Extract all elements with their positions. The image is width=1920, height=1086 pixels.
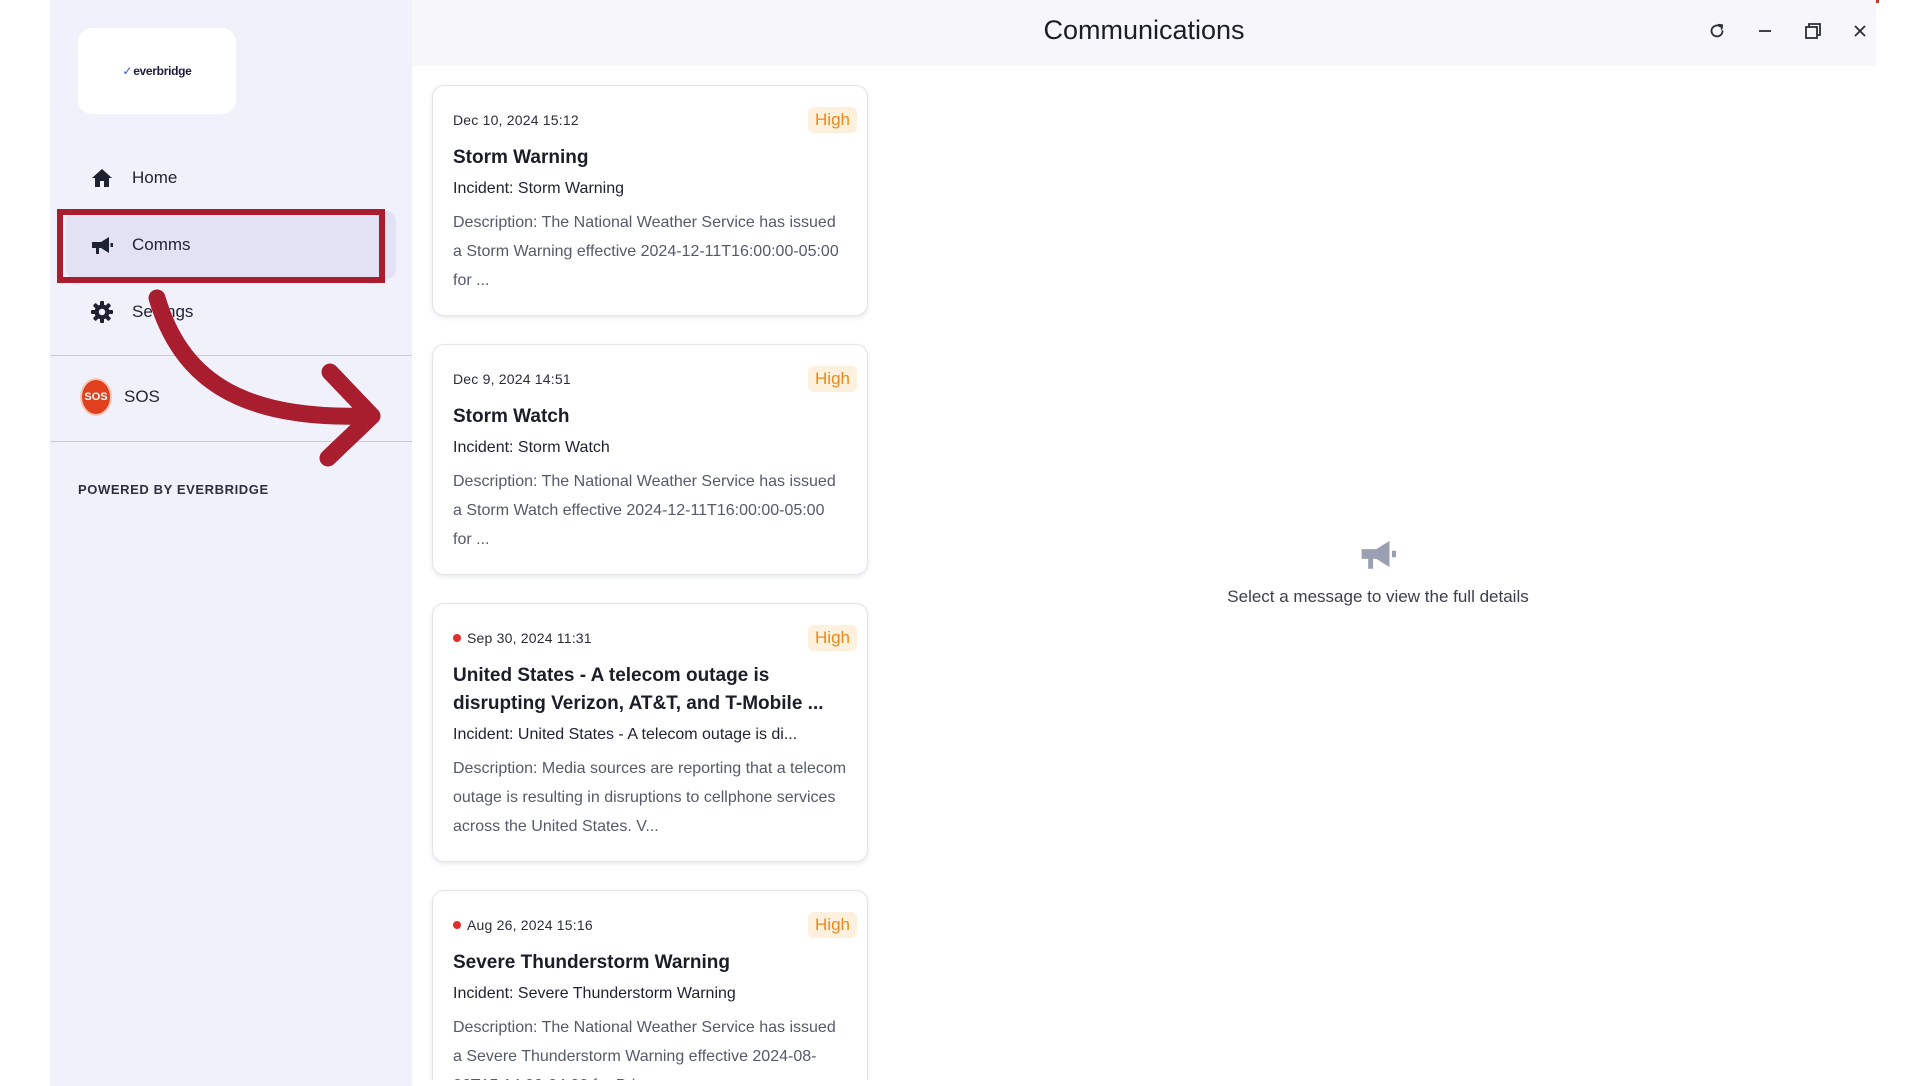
message-incident: Incident: Storm Warning [453, 180, 625, 197]
minimize-icon [1759, 30, 1771, 32]
close-icon [1854, 25, 1866, 37]
refresh-icon [1710, 23, 1724, 38]
empty-state: Select a message to view the full detail… [880, 536, 1876, 607]
message-card[interactable]: Dec 9, 2024 14:51 High Storm Watch Incid… [432, 344, 868, 575]
sidebar: ✓ everbridge Home Comms Settings SOS SOS… [50, 0, 412, 1086]
frame-corner [1876, 0, 1879, 3]
message-description: Description: The National Weather Servic… [453, 1019, 836, 1080]
minimize-button[interactable] [1750, 16, 1780, 46]
highlight-box [57, 209, 385, 283]
message-card[interactable]: Sep 30, 2024 11:31 High United States - … [432, 603, 868, 862]
powered-by-label: POWERED BY EVERBRIDGE [78, 482, 269, 497]
message-card[interactable]: Aug 26, 2024 15:16 High Severe Thunderst… [432, 890, 868, 1080]
priority-badge: High [808, 912, 857, 938]
message-card[interactable]: Dec 10, 2024 15:12 High Storm Warning In… [432, 85, 868, 316]
empty-state-text: Select a message to view the full detail… [1227, 587, 1529, 606]
message-date-row: Aug 26, 2024 15:16 [453, 917, 593, 933]
logo-card: ✓ everbridge [78, 28, 236, 114]
priority-badge: High [808, 625, 857, 651]
message-date: Sep 30, 2024 11:31 [467, 630, 592, 646]
message-date: Aug 26, 2024 15:16 [467, 917, 593, 933]
sidebar-item-home[interactable]: Home [66, 144, 396, 212]
restore-button[interactable] [1798, 16, 1828, 46]
priority-badge: High [808, 366, 857, 392]
sos-icon: SOS [82, 380, 110, 414]
message-description: Description: The National Weather Servic… [453, 214, 839, 289]
message-incident: Incident: Severe Thunderstorm Warning [453, 985, 736, 1002]
message-title: Storm Watch [453, 406, 570, 427]
sidebar-item-label: Home [132, 168, 178, 187]
unread-dot-icon [453, 634, 461, 642]
megaphone-icon [1358, 536, 1398, 577]
message-title: Severe Thunderstorm Warning [453, 952, 730, 973]
message-date: Dec 10, 2024 15:12 [453, 112, 579, 128]
home-icon [88, 164, 116, 192]
message-title: Storm Warning [453, 147, 589, 168]
close-button[interactable] [1845, 16, 1875, 46]
message-date-row: Sep 30, 2024 11:31 [453, 630, 592, 646]
refresh-button[interactable] [1702, 16, 1732, 46]
annotation-arrow-icon [148, 289, 381, 467]
message-date: Dec 9, 2024 14:51 [453, 371, 571, 387]
unread-dot-icon [453, 921, 461, 929]
message-incident: Incident: Storm Watch [453, 439, 610, 456]
message-incident: Incident: United States - A telecom outa… [453, 726, 798, 743]
message-detail-pane: Select a message to view the full detail… [880, 66, 1876, 1080]
restore-icon [1805, 23, 1821, 39]
priority-badge: High [808, 107, 857, 133]
message-list[interactable]: Dec 10, 2024 15:12 High Storm Warning In… [412, 66, 880, 1080]
message-title: United States - A telecom outage is disr… [453, 665, 824, 714]
everbridge-logo: ✓ everbridge [122, 64, 191, 78]
page-title: Communications [1043, 15, 1245, 45]
check-icon: ✓ [122, 64, 133, 78]
sos-badge: SOS [82, 380, 110, 414]
message-description: Description: The National Weather Servic… [453, 473, 836, 548]
gear-icon [88, 298, 116, 326]
header-bar: Communications [412, 0, 1876, 66]
logo-text: everbridge [133, 64, 192, 78]
message-description: Description: Media sources are reporting… [453, 760, 847, 835]
